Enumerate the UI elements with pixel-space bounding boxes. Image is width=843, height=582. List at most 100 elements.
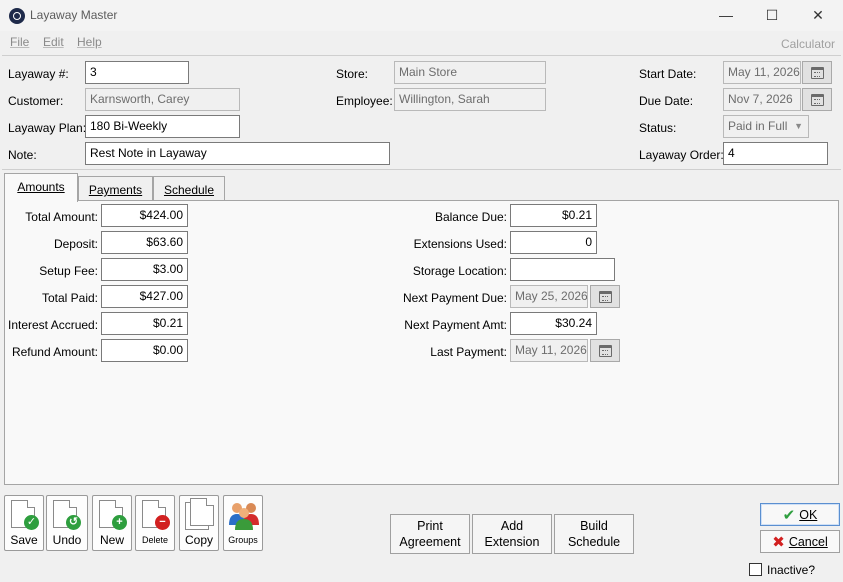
deposit-field[interactable]: $63.60 — [101, 231, 188, 254]
refund-amount-label: Refund Amount: — [11, 345, 98, 359]
maximize-button[interactable]: ☐ — [752, 4, 792, 26]
layaway-order-field[interactable]: 4 — [723, 142, 828, 165]
start-date-label: Start Date: — [639, 67, 697, 81]
minus-icon: − — [155, 515, 170, 530]
build-line2: Schedule — [567, 535, 621, 549]
window-title: Layaway Master — [30, 8, 118, 22]
tab-schedule[interactable]: Schedule — [153, 176, 225, 202]
employee-field: Willington, Sarah — [394, 88, 546, 111]
chevron-down-icon: ▼ — [794, 121, 803, 131]
status-value: Paid in Full — [728, 119, 788, 133]
save-button[interactable]: ✓ Save — [4, 495, 44, 551]
interest-accrued-field[interactable]: $0.21 — [101, 312, 188, 335]
layaway-plan-label: Layaway Plan: — [8, 121, 87, 135]
layaway-plan-field[interactable]: 180 Bi-Weekly — [85, 115, 240, 138]
add-line2: Extension — [484, 535, 540, 549]
next-payment-amt-label: Next Payment Amt: — [404, 318, 507, 332]
storage-location-field[interactable] — [510, 258, 615, 281]
add-extension-button[interactable]: Add Extension — [472, 514, 552, 554]
tab-amounts-label: Amounts — [17, 180, 65, 194]
start-date-calendar-button[interactable] — [802, 61, 832, 84]
calendar-icon — [598, 344, 612, 357]
last-payment-calendar-button[interactable] — [590, 339, 620, 362]
cancel-label: Cancel — [788, 534, 828, 549]
interest-accrued-label: Interest Accrued: — [8, 318, 99, 332]
deposit-label: Deposit: — [53, 237, 98, 251]
undo-arrow-icon: ↺ — [66, 515, 81, 530]
store-label: Store: — [336, 67, 369, 81]
checkmark-icon: ✔ — [782, 506, 796, 524]
due-date-label: Due Date: — [639, 94, 694, 108]
refund-amount-field[interactable]: $0.00 — [101, 339, 188, 362]
app-logo-icon — [9, 8, 25, 24]
setup-fee-label: Setup Fee: — [39, 264, 98, 278]
title-bar: Layaway Master — ☐ ✕ — [0, 0, 843, 31]
x-mark-icon: ✖ — [772, 533, 785, 551]
extensions-used-label: Extensions Used: — [413, 237, 507, 251]
store-field: Main Store — [394, 61, 546, 84]
copy-front-icon — [190, 498, 214, 526]
delete-button[interactable]: − Delete — [135, 495, 175, 551]
last-payment-label: Last Payment: — [430, 345, 507, 359]
copy-button[interactable]: Copy — [179, 495, 219, 551]
note-field[interactable]: Rest Note in Layaway — [85, 142, 390, 165]
tab-schedule-label: Schedule — [163, 183, 215, 197]
calendar-icon — [810, 93, 824, 106]
menu-edit[interactable]: Edit — [43, 35, 64, 49]
tab-amounts[interactable]: Amounts — [4, 173, 78, 202]
status-label: Status: — [639, 121, 677, 135]
storage-location-label: Storage Location: — [412, 264, 507, 278]
close-button[interactable]: ✕ — [798, 4, 838, 26]
layaway-order-label: Layaway Order: — [639, 148, 724, 162]
total-amount-field[interactable]: $424.00 — [101, 204, 188, 227]
print-agreement-button[interactable]: Print Agreement — [390, 514, 470, 554]
menu-file[interactable]: File — [10, 35, 29, 49]
print-line1: Print — [417, 519, 443, 533]
next-payment-amt-field[interactable]: $30.24 — [510, 312, 597, 335]
layaway-number-label: Layaway #: — [8, 67, 69, 81]
cancel-button[interactable]: ✖ Cancel — [760, 530, 840, 553]
extensions-used-field[interactable]: 0 — [510, 231, 597, 254]
build-line1: Build — [580, 519, 608, 533]
employee-label: Employee: — [336, 94, 393, 108]
groups-label: Groups — [228, 535, 258, 545]
setup-fee-field[interactable]: $3.00 — [101, 258, 188, 281]
tab-payments-label: Payments — [88, 183, 143, 197]
next-payment-calendar-button[interactable] — [590, 285, 620, 308]
status-dropdown[interactable]: Paid in Full ▼ — [723, 115, 809, 138]
plus-icon: + — [112, 515, 127, 530]
copy-label: Copy — [184, 533, 213, 547]
new-label: New — [99, 533, 124, 547]
new-button[interactable]: + New — [92, 495, 132, 551]
groups-button[interactable]: Groups — [223, 495, 263, 551]
ok-label: OK — [799, 507, 818, 522]
customer-field: Karnsworth, Carey — [85, 88, 240, 111]
minimize-button[interactable]: — — [706, 4, 746, 26]
ok-button[interactable]: ✔ OK — [760, 503, 840, 526]
build-schedule-button[interactable]: Build Schedule — [554, 514, 634, 554]
balance-due-field[interactable]: $0.21 — [510, 204, 597, 227]
inactive-label: Inactive? — [767, 563, 816, 577]
save-check-icon: ✓ — [24, 515, 39, 530]
menu-help[interactable]: Help — [77, 35, 102, 49]
menu-bar: File Edit Help Calculator — [0, 31, 843, 53]
undo-button[interactable]: ↺ Undo — [46, 495, 88, 551]
users-group-icon — [229, 503, 259, 530]
layaway-number-field[interactable]: 3 — [85, 61, 189, 84]
calculator-link[interactable]: Calculator — [781, 37, 835, 51]
calendar-icon — [810, 66, 824, 79]
undo-label: Undo — [52, 533, 82, 547]
due-date-calendar-button[interactable] — [802, 88, 832, 111]
due-date-field: Nov 7, 2026 — [723, 88, 801, 111]
note-label: Note: — [8, 148, 37, 162]
inactive-checkbox[interactable] — [749, 563, 762, 576]
total-paid-field[interactable]: $427.00 — [101, 285, 188, 308]
total-paid-label: Total Paid: — [41, 291, 98, 305]
total-amount-label: Total Amount: — [25, 210, 98, 224]
next-payment-due-field: May 25, 2026 — [510, 285, 588, 308]
next-payment-due-label: Next Payment Due: — [402, 291, 507, 305]
tab-payments[interactable]: Payments — [78, 176, 153, 202]
last-payment-field: May 11, 2026 — [510, 339, 588, 362]
customer-label: Customer: — [8, 94, 64, 108]
tabs-separator — [2, 169, 841, 170]
